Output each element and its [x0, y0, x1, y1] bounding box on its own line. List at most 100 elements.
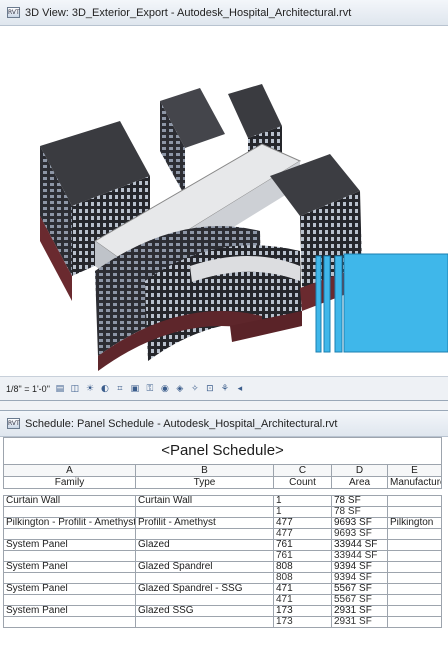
unlock-3d-icon[interactable]: ⚿ — [145, 384, 155, 394]
table-cell[interactable]: 761 — [273, 550, 332, 562]
table-cell[interactable]: 1 — [273, 495, 332, 507]
table-cell[interactable]: Pilkington - Profilit - Amethyst — [3, 517, 136, 529]
table-cell[interactable] — [135, 616, 274, 628]
table-row[interactable]: Pilkington - Profilit - Amethyst Profilit… — [3, 517, 443, 529]
table-cell[interactable]: 173 — [273, 616, 332, 628]
analytical-model-icon[interactable]: ✧ — [190, 384, 200, 394]
reveal-hidden-icon[interactable]: ◈ — [175, 384, 185, 394]
table-cell[interactable]: 1 — [273, 506, 332, 518]
subtotal-row[interactable]: 761 33944 SF — [3, 550, 443, 562]
shadows-icon[interactable]: ◐ — [100, 384, 110, 394]
column-header-count[interactable]: Count — [273, 476, 332, 489]
table-cell[interactable]: 78 SF — [331, 506, 388, 518]
highlight-icon[interactable]: ⊡ — [205, 384, 215, 394]
table-cell[interactable]: 9394 SF — [331, 561, 388, 573]
table-cell[interactable] — [386, 550, 443, 562]
table-row[interactable]: System Panel Glazed Spandrel - SSG 471 5567… — [3, 583, 443, 595]
table-cell[interactable] — [135, 594, 274, 606]
3d-view-window[interactable]: RVT 3D View: 3D_Exterior_Export - Autode… — [0, 0, 448, 401]
table-row[interactable]: System Panel Glazed SSG 173 2931 SF — [3, 605, 443, 617]
schedule-window[interactable]: RVT Schedule: Panel Schedule - Autodesk_… — [0, 410, 448, 649]
column-letter[interactable]: C — [273, 464, 332, 477]
table-cell[interactable]: Profilit - Amethyst — [135, 517, 274, 529]
table-cell[interactable]: Glazed Spandrel — [135, 561, 274, 573]
table-cell[interactable]: 808 — [273, 561, 332, 573]
table-cell[interactable] — [3, 506, 136, 518]
table-cell[interactable] — [3, 528, 136, 540]
table-cell[interactable]: System Panel — [3, 605, 136, 617]
table-cell[interactable]: 471 — [273, 583, 332, 595]
table-cell[interactable] — [135, 506, 274, 518]
table-cell[interactable]: 33944 SF — [331, 539, 388, 551]
table-cell[interactable] — [386, 539, 443, 551]
table-cell[interactable] — [135, 550, 274, 562]
table-cell[interactable]: Curtain Wall — [3, 495, 136, 507]
table-cell[interactable]: Pilkington — [386, 517, 443, 529]
table-cell[interactable]: 2931 SF — [331, 605, 388, 617]
table-row[interactable]: Curtain Wall Curtain Wall 1 78 SF — [3, 495, 443, 507]
table-cell[interactable]: 477 — [273, 528, 332, 540]
table-cell[interactable]: Glazed Spandrel - SSG — [135, 583, 274, 595]
table-cell[interactable]: System Panel — [3, 561, 136, 573]
table-cell[interactable]: 808 — [273, 572, 332, 584]
3d-view-title-bar[interactable]: RVT 3D View: 3D_Exterior_Export - Autode… — [0, 0, 448, 26]
visual-style-icon[interactable]: ◫ — [70, 384, 80, 394]
table-cell[interactable] — [3, 616, 136, 628]
table-cell[interactable] — [386, 506, 443, 518]
render-icon[interactable]: ⚘ — [220, 384, 230, 394]
table-cell[interactable]: 5567 SF — [331, 594, 388, 606]
table-cell[interactable] — [3, 572, 136, 584]
table-row[interactable]: System Panel Glazed 761 33944 SF — [3, 539, 443, 551]
schedule-title-bar[interactable]: RVT Schedule: Panel Schedule - Autodesk_… — [0, 411, 448, 437]
table-row[interactable]: System Panel Glazed Spandrel 808 9394 SF — [3, 561, 443, 573]
column-letter[interactable]: A — [3, 464, 136, 477]
column-header-type[interactable]: Type — [135, 476, 274, 489]
column-header-manufacturer[interactable]: Manufacturer — [386, 476, 443, 489]
table-cell[interactable]: 9394 SF — [331, 572, 388, 584]
table-cell[interactable]: 9693 SF — [331, 517, 388, 529]
table-cell[interactable] — [3, 550, 136, 562]
table-cell[interactable]: System Panel — [3, 539, 136, 551]
subtotal-row[interactable]: 173 2931 SF — [3, 616, 443, 628]
table-cell[interactable] — [386, 572, 443, 584]
table-cell[interactable]: 78 SF — [331, 495, 388, 507]
table-cell[interactable]: 477 — [273, 517, 332, 529]
table-cell[interactable] — [135, 572, 274, 584]
show-crop-icon[interactable]: ▣ — [130, 384, 140, 394]
column-letter[interactable]: E — [386, 464, 443, 477]
table-cell[interactable] — [386, 616, 443, 628]
detail-level-icon[interactable]: ▤ — [55, 384, 65, 394]
scroll-left-icon[interactable]: ◂ — [235, 384, 245, 394]
temporary-hide-icon[interactable]: ◉ — [160, 384, 170, 394]
schedule-sheet[interactable]: <Panel Schedule> A B C D E Family Type C… — [0, 437, 448, 649]
subtotal-row[interactable]: 477 9693 SF — [3, 528, 443, 540]
table-cell[interactable]: 471 — [273, 594, 332, 606]
table-cell[interactable]: 9693 SF — [331, 528, 388, 540]
table-cell[interactable] — [386, 583, 443, 595]
table-cell[interactable]: Glazed SSG — [135, 605, 274, 617]
column-header-family[interactable]: Family — [3, 476, 136, 489]
table-cell[interactable] — [386, 594, 443, 606]
table-cell[interactable]: Curtain Wall — [135, 495, 274, 507]
table-cell[interactable] — [386, 561, 443, 573]
table-cell[interactable] — [386, 495, 443, 507]
table-cell[interactable] — [135, 528, 274, 540]
table-cell[interactable]: 173 — [273, 605, 332, 617]
sun-path-icon[interactable]: ☀ — [85, 384, 95, 394]
subtotal-row[interactable]: 808 9394 SF — [3, 572, 443, 584]
subtotal-row[interactable]: 471 5567 SF — [3, 594, 443, 606]
table-cell[interactable]: System Panel — [3, 583, 136, 595]
table-cell[interactable] — [386, 528, 443, 540]
table-cell[interactable] — [386, 605, 443, 617]
table-cell[interactable]: Glazed — [135, 539, 274, 551]
column-letter[interactable]: D — [331, 464, 388, 477]
3d-viewport[interactable] — [0, 26, 448, 376]
crop-view-icon[interactable]: ⌗ — [115, 384, 125, 394]
column-letter[interactable]: B — [135, 464, 274, 477]
table-cell[interactable]: 2931 SF — [331, 616, 388, 628]
table-cell[interactable]: 761 — [273, 539, 332, 551]
view-scale[interactable]: 1/8" = 1'-0" — [6, 384, 50, 394]
column-header-area[interactable]: Area — [331, 476, 388, 489]
table-cell[interactable]: 5567 SF — [331, 583, 388, 595]
table-cell[interactable]: 33944 SF — [331, 550, 388, 562]
